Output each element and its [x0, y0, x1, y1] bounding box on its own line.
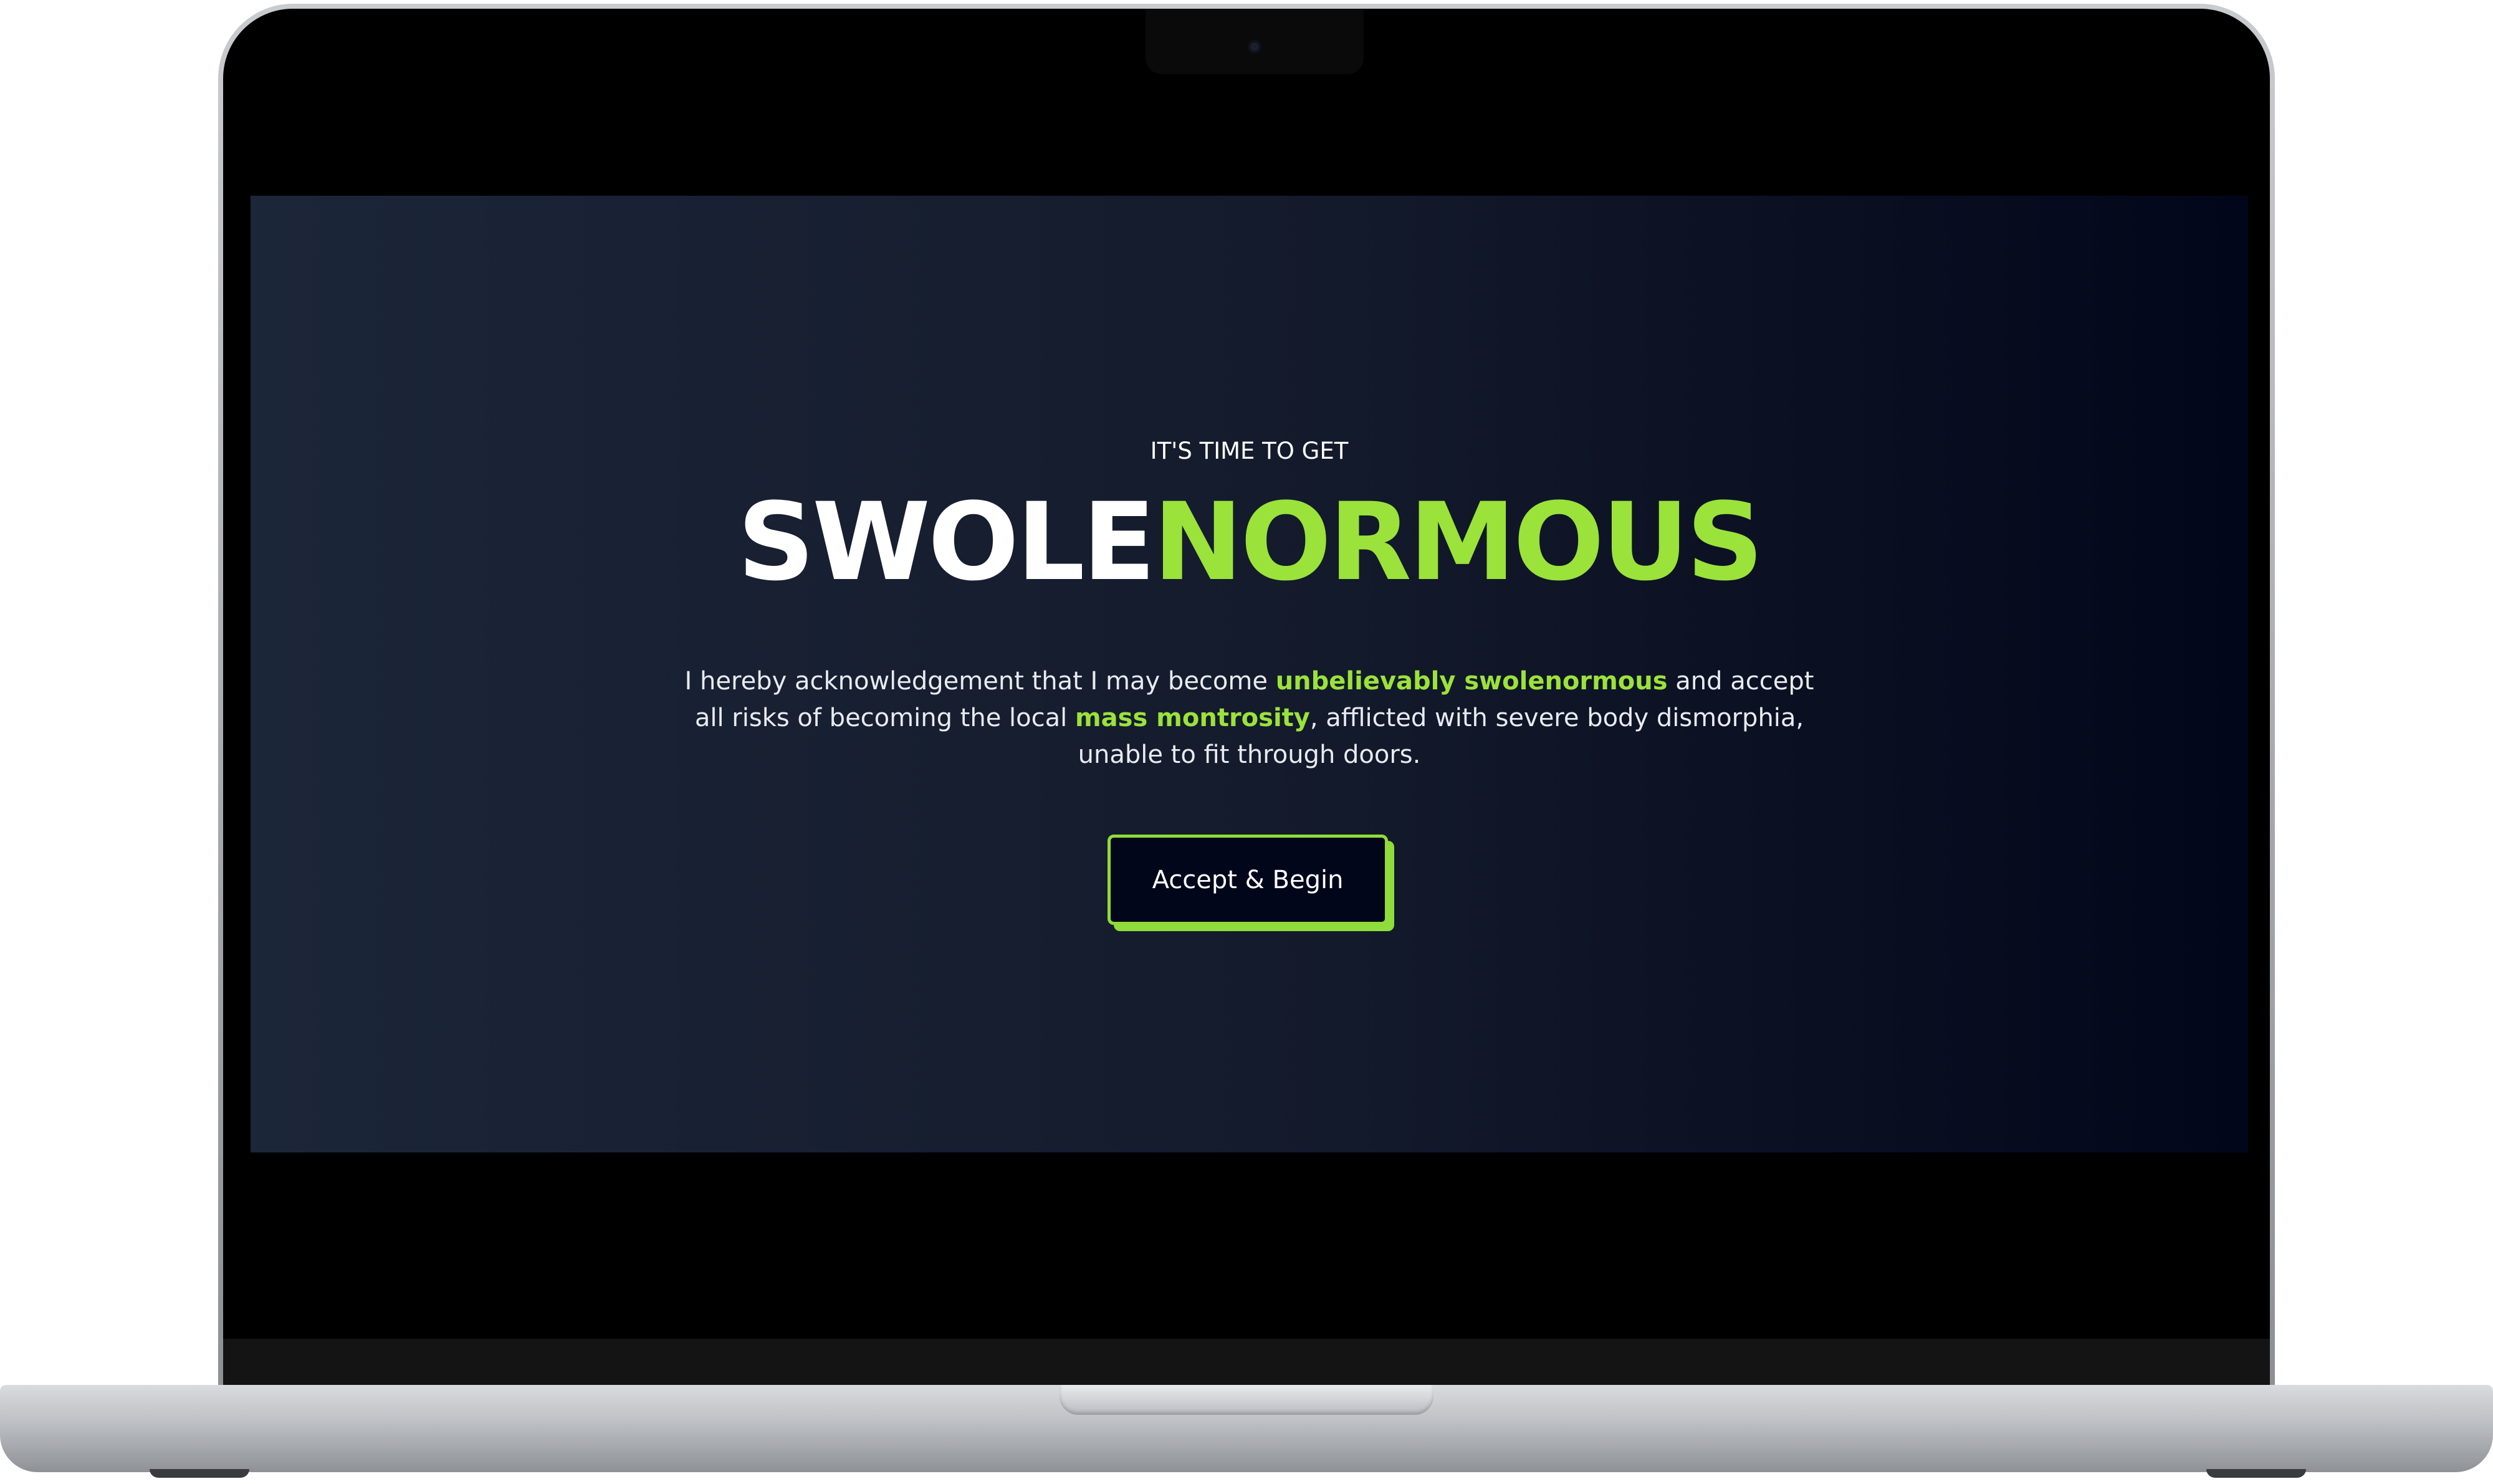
hero-description-highlight-2: mass montrosity: [1074, 704, 1310, 732]
hero-title: SWOLENORMOUS: [251, 489, 2248, 596]
laptop-base: [0, 1385, 2493, 1472]
hero-title-part-2: NORMOUS: [1153, 479, 1764, 605]
cta-container: Accept & Begin: [1108, 835, 1394, 931]
hero-description: I hereby acknowledgement that I may beco…: [674, 663, 1824, 773]
screen: IT'S TIME TO GET SWOLENORMOUS I hereby a…: [251, 196, 2248, 1152]
camera-notch: [1146, 9, 1364, 74]
accept-and-begin-button[interactable]: Accept & Begin: [1108, 835, 1388, 925]
hero-description-segment-1: I hereby acknowledgement that I may beco…: [684, 667, 1276, 696]
device-mockup: IT'S TIME TO GET SWOLENORMOUS I hereby a…: [0, 0, 2493, 1484]
hero-description-highlight-1: unbelievably swolenormous: [1275, 667, 1668, 696]
base-lip-notch: [1060, 1385, 1433, 1415]
hero-title-part-1: SWOLE: [737, 479, 1156, 605]
camera-icon: [1248, 40, 1261, 54]
laptop-foot-right: [2206, 1469, 2306, 1478]
laptop-lid: IT'S TIME TO GET SWOLENORMOUS I hereby a…: [218, 4, 2275, 1400]
laptop-foot-left: [150, 1469, 249, 1478]
laptop-bezel: IT'S TIME TO GET SWOLENORMOUS I hereby a…: [223, 9, 2270, 1395]
hero-eyebrow: IT'S TIME TO GET: [1150, 438, 1349, 464]
hero-section: IT'S TIME TO GET SWOLENORMOUS I hereby a…: [251, 196, 2248, 1152]
